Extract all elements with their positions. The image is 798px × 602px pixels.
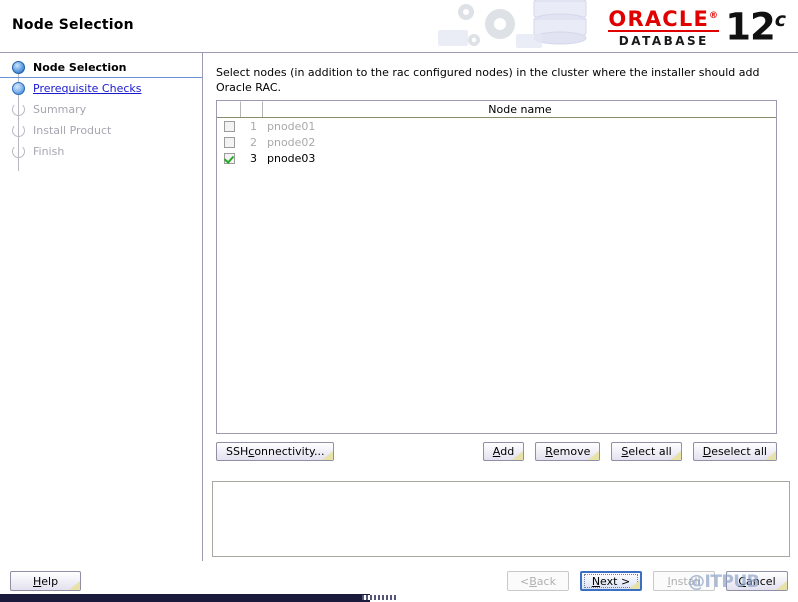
select-all-button[interactable]: Select all — [611, 442, 682, 461]
sidebar-item-summary: Summary — [0, 99, 202, 120]
table-row[interactable]: 3 pnode03 — [217, 150, 776, 166]
step-pending-icon — [12, 145, 25, 158]
oracle-logo: ORACLE® DATABASE 12c — [608, 2, 786, 48]
row-checkbox-cell[interactable] — [217, 152, 241, 164]
node-table-header: Node name — [217, 101, 776, 118]
logo-version: 12c — [725, 5, 786, 49]
logo-underline — [608, 30, 720, 32]
table-row[interactable]: 2 pnode02 — [217, 134, 776, 150]
row-node-name: pnode02 — [267, 135, 316, 149]
step-pending-icon — [12, 103, 25, 116]
row-node-name: pnode01 — [267, 119, 316, 133]
deselect-all-button[interactable]: Deselect all — [692, 442, 777, 461]
bottom-taskbar — [0, 594, 398, 602]
sidebar-item-label: Node Selection — [33, 61, 127, 74]
row-node-name: pnode03 — [267, 151, 316, 165]
sidebar-item-label: Finish — [33, 145, 65, 158]
sidebar-item-label: Summary — [33, 103, 87, 116]
column-header-checkbox — [217, 101, 241, 117]
help-button[interactable]: Help — [10, 571, 82, 591]
row-checkbox-cell[interactable] — [217, 120, 241, 132]
sidebar-item-label: Install Product — [33, 124, 112, 137]
back-button: < Back — [507, 571, 569, 591]
cancel-button[interactable]: Cancel — [726, 571, 788, 591]
sidebar-item-label: Prerequisite Checks — [33, 82, 142, 95]
node-table[interactable]: Node name 1 pnode01 2 pnode02 3 pnode03 — [216, 100, 777, 434]
node-checkbox[interactable] — [223, 136, 235, 148]
row-index: 3 — [250, 151, 257, 165]
decorative-gears-graphic — [438, 0, 587, 48]
node-table-toolbar: SSH c onnectivity... Add Remove Select al… — [216, 442, 777, 464]
row-checkbox-cell[interactable] — [217, 136, 241, 148]
step-done-icon — [12, 82, 25, 95]
row-index: 1 — [250, 119, 257, 133]
remove-button[interactable]: Remove — [535, 442, 601, 461]
column-header-index — [241, 101, 263, 117]
table-row[interactable]: 1 pnode01 — [217, 118, 776, 134]
sidebar-item-finish: Finish — [0, 141, 202, 162]
focus-ring — [584, 574, 638, 588]
main-content: Select nodes (in addition to the rac con… — [204, 53, 798, 561]
node-checkbox[interactable] — [223, 120, 235, 132]
message-panel — [212, 481, 790, 557]
row-index: 2 — [250, 135, 257, 149]
step-current-icon — [12, 61, 25, 74]
sidebar-item-prerequisite-checks[interactable]: Prerequisite Checks — [0, 78, 202, 99]
wizard-sidebar: Node Selection Prerequisite Checks Summa… — [0, 53, 203, 561]
node-table-body: 1 pnode01 2 pnode02 3 pnode03 — [217, 118, 776, 166]
instruction-text: Select nodes (in addition to the rac con… — [216, 66, 760, 94]
sidebar-item-install-product: Install Product — [0, 120, 202, 141]
add-button[interactable]: Add — [482, 442, 525, 461]
sidebar-item-node-selection[interactable]: Node Selection — [0, 57, 202, 78]
ssh-connectivity-button[interactable]: SSH c onnectivity... — [216, 442, 335, 461]
window-header: Node Selection ORACLE® DATABASE 12c — [0, 0, 798, 52]
step-pending-icon — [12, 124, 25, 137]
column-header-node-name: Node name — [263, 101, 776, 117]
node-checkbox-checked[interactable] — [223, 152, 235, 164]
logo-database-text: DATABASE — [618, 34, 709, 48]
page-title: Node Selection — [12, 17, 134, 33]
next-button[interactable]: Next > — [580, 571, 642, 591]
install-button: Install — [653, 571, 715, 591]
logo-oracle-text: ORACLE® — [608, 7, 720, 31]
